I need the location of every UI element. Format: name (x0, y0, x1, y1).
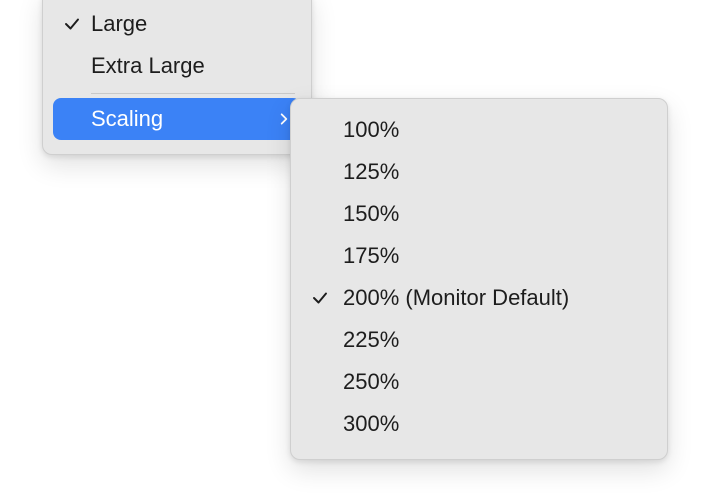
menu-item-scale-250[interactable]: 250% (291, 361, 667, 403)
scaling-submenu: 100% 125% 150% 175% 200% (Monitor Defaul… (290, 98, 668, 460)
size-menu: Large Extra Large Scaling (42, 0, 312, 155)
menu-item-scale-125[interactable]: 125% (291, 151, 667, 193)
menu-item-label: 250% (343, 369, 651, 395)
check-icon (311, 289, 343, 307)
menu-item-large[interactable]: Large (43, 3, 311, 45)
menu-item-label: 300% (343, 411, 651, 437)
menu-item-label: Extra Large (91, 53, 273, 79)
menu-separator (91, 93, 295, 94)
menu-item-scale-100[interactable]: 100% (291, 109, 667, 151)
menu-item-label: 125% (343, 159, 651, 185)
menu-item-label: Scaling (91, 106, 269, 132)
menu-item-label: 200% (Monitor Default) (343, 285, 651, 311)
menu-item-scale-225[interactable]: 225% (291, 319, 667, 361)
menu-item-scale-300[interactable]: 300% (291, 403, 667, 445)
check-icon (63, 15, 91, 33)
menu-item-label: 175% (343, 243, 651, 269)
menu-item-scale-200-default[interactable]: 200% (Monitor Default) (291, 277, 667, 319)
menu-item-label: 225% (343, 327, 651, 353)
menu-item-label: 100% (343, 117, 651, 143)
menu-item-scale-175[interactable]: 175% (291, 235, 667, 277)
menu-item-label: 150% (343, 201, 651, 227)
menu-item-scaling[interactable]: Scaling (53, 98, 301, 140)
menu-item-extra-large[interactable]: Extra Large (43, 45, 311, 87)
chevron-right-icon (269, 110, 291, 128)
menu-item-label: Large (91, 11, 273, 37)
menu-item-scale-150[interactable]: 150% (291, 193, 667, 235)
